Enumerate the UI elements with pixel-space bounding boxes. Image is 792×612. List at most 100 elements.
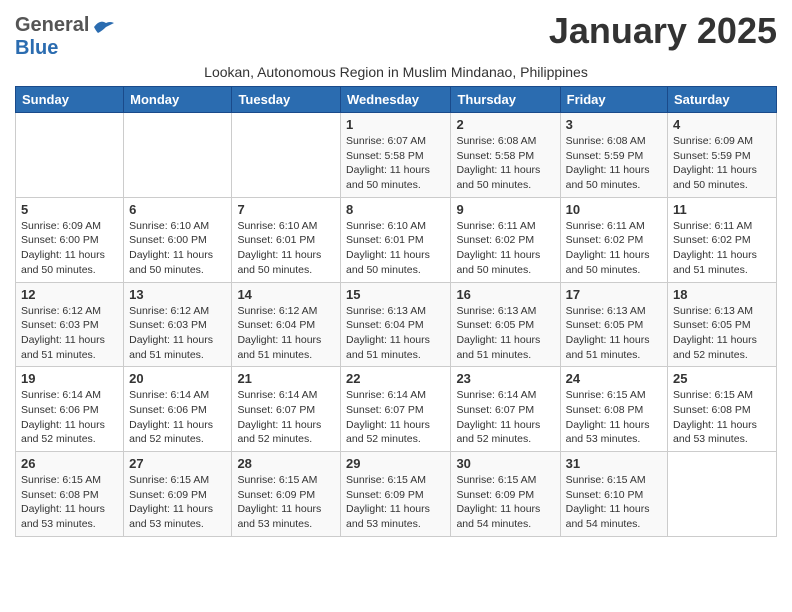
day-number: 12 xyxy=(21,287,118,302)
day-info: Sunrise: 6:09 AMSunset: 5:59 PMDaylight:… xyxy=(673,134,771,193)
calendar-cell: 21 Sunrise: 6:14 AMSunset: 6:07 PMDayligh… xyxy=(232,367,341,452)
day-number: 26 xyxy=(21,456,118,471)
day-info: Sunrise: 6:11 AMSunset: 6:02 PMDaylight:… xyxy=(566,219,662,278)
day-number: 18 xyxy=(673,287,771,302)
calendar-cell: 11 Sunrise: 6:11 AMSunset: 6:02 PMDayligh… xyxy=(668,197,777,282)
day-info: Sunrise: 6:15 AMSunset: 6:08 PMDaylight:… xyxy=(566,388,662,447)
day-info: Sunrise: 6:13 AMSunset: 6:05 PMDaylight:… xyxy=(673,304,771,363)
logo-bird-icon xyxy=(92,19,114,35)
calendar-cell: 12 Sunrise: 6:12 AMSunset: 6:03 PMDayligh… xyxy=(16,282,124,367)
calendar-cell: 3Sunrise: 6:08 AMSunset: 5:59 PMDaylight… xyxy=(560,113,667,198)
day-info: Sunrise: 6:13 AMSunset: 6:05 PMDaylight:… xyxy=(566,304,662,363)
day-number: 31 xyxy=(566,456,662,471)
calendar-cell: 23 Sunrise: 6:14 AMSunset: 6:07 PMDayligh… xyxy=(451,367,560,452)
day-info: Sunrise: 6:10 AMSunset: 6:00 PMDaylight:… xyxy=(129,219,226,278)
day-info: Sunrise: 6:15 AMSunset: 6:09 PMDaylight:… xyxy=(346,473,445,532)
calendar-cell: 19Sunrise: 6:14 AMSunset: 6:06 PMDayligh… xyxy=(16,367,124,452)
day-number: 17 xyxy=(566,287,662,302)
calendar-cell: 7 Sunrise: 6:10 AMSunset: 6:01 PMDaylight… xyxy=(232,197,341,282)
day-number: 14 xyxy=(237,287,335,302)
day-info: Sunrise: 6:08 AMSunset: 5:59 PMDaylight:… xyxy=(566,134,662,193)
day-info: Sunrise: 6:12 AMSunset: 6:04 PMDaylight:… xyxy=(237,304,335,363)
day-number: 9 xyxy=(456,202,554,217)
header-wednesday: Wednesday xyxy=(341,87,451,113)
header-tuesday: Tuesday xyxy=(232,87,341,113)
calendar-week-5: 26Sunrise: 6:15 AMSunset: 6:08 PMDayligh… xyxy=(16,452,777,537)
calendar-cell: 8 Sunrise: 6:10 AMSunset: 6:01 PMDaylight… xyxy=(341,197,451,282)
calendar-header-row: Sunday Monday Tuesday Wednesday Thursday… xyxy=(16,87,777,113)
calendar-cell: 16 Sunrise: 6:13 AMSunset: 6:05 PMDayligh… xyxy=(451,282,560,367)
calendar-cell: 24 Sunrise: 6:15 AMSunset: 6:08 PMDayligh… xyxy=(560,367,667,452)
day-info: Sunrise: 6:12 AMSunset: 6:03 PMDaylight:… xyxy=(21,304,118,363)
logo-general-text: General xyxy=(15,14,89,37)
day-number: 4 xyxy=(673,117,771,132)
calendar-cell: 14 Sunrise: 6:12 AMSunset: 6:04 PMDayligh… xyxy=(232,282,341,367)
day-number: 21 xyxy=(237,371,335,386)
calendar-cell xyxy=(232,113,341,198)
calendar-cell: 29Sunrise: 6:15 AMSunset: 6:09 PMDayligh… xyxy=(341,452,451,537)
calendar-cell: 13 Sunrise: 6:12 AMSunset: 6:03 PMDayligh… xyxy=(124,282,232,367)
calendar-cell xyxy=(16,113,124,198)
day-info: Sunrise: 6:07 AMSunset: 5:58 PMDaylight:… xyxy=(346,134,445,193)
day-info: Sunrise: 6:10 AMSunset: 6:01 PMDaylight:… xyxy=(346,219,445,278)
day-info: Sunrise: 6:14 AMSunset: 6:07 PMDaylight:… xyxy=(237,388,335,447)
day-info: Sunrise: 6:15 AMSunset: 6:10 PMDaylight:… xyxy=(566,473,662,532)
day-number: 25 xyxy=(673,371,771,386)
day-number: 1 xyxy=(346,117,445,132)
calendar-cell: 26Sunrise: 6:15 AMSunset: 6:08 PMDayligh… xyxy=(16,452,124,537)
day-number: 22 xyxy=(346,371,445,386)
day-number: 28 xyxy=(237,456,335,471)
day-info: Sunrise: 6:11 AMSunset: 6:02 PMDaylight:… xyxy=(673,219,771,278)
day-number: 24 xyxy=(566,371,662,386)
day-number: 11 xyxy=(673,202,771,217)
day-info: Sunrise: 6:15 AMSunset: 6:09 PMDaylight:… xyxy=(129,473,226,532)
day-info: Sunrise: 6:14 AMSunset: 6:07 PMDaylight:… xyxy=(456,388,554,447)
calendar-cell: 20Sunrise: 6:14 AMSunset: 6:06 PMDayligh… xyxy=(124,367,232,452)
day-info: Sunrise: 6:14 AMSunset: 6:07 PMDaylight:… xyxy=(346,388,445,447)
day-number: 13 xyxy=(129,287,226,302)
calendar-cell: 9Sunrise: 6:11 AMSunset: 6:02 PMDaylight… xyxy=(451,197,560,282)
calendar-cell: 31 Sunrise: 6:15 AMSunset: 6:10 PMDayligh… xyxy=(560,452,667,537)
calendar-week-1: 1 Sunrise: 6:07 AMSunset: 5:58 PMDaylight… xyxy=(16,113,777,198)
logo: General Blue xyxy=(15,14,114,60)
day-number: 30 xyxy=(456,456,554,471)
day-info: Sunrise: 6:15 AMSunset: 6:09 PMDaylight:… xyxy=(456,473,554,532)
calendar-cell xyxy=(124,113,232,198)
day-number: 7 xyxy=(237,202,335,217)
day-number: 8 xyxy=(346,202,445,217)
calendar-cell: 28 Sunrise: 6:15 AMSunset: 6:09 PMDayligh… xyxy=(232,452,341,537)
calendar-week-3: 12 Sunrise: 6:12 AMSunset: 6:03 PMDayligh… xyxy=(16,282,777,367)
calendar-cell: 18 Sunrise: 6:13 AMSunset: 6:05 PMDayligh… xyxy=(668,282,777,367)
calendar-cell: 22 Sunrise: 6:14 AMSunset: 6:07 PMDayligh… xyxy=(341,367,451,452)
header-thursday: Thursday xyxy=(451,87,560,113)
calendar-week-2: 5Sunrise: 6:09 AMSunset: 6:00 PMDaylight… xyxy=(16,197,777,282)
day-number: 2 xyxy=(456,117,554,132)
day-info: Sunrise: 6:13 AMSunset: 6:04 PMDaylight:… xyxy=(346,304,445,363)
day-number: 23 xyxy=(456,371,554,386)
calendar-cell: 17 Sunrise: 6:13 AMSunset: 6:05 PMDayligh… xyxy=(560,282,667,367)
calendar-week-4: 19Sunrise: 6:14 AMSunset: 6:06 PMDayligh… xyxy=(16,367,777,452)
day-number: 20 xyxy=(129,371,226,386)
calendar-cell: 30 Sunrise: 6:15 AMSunset: 6:09 PMDayligh… xyxy=(451,452,560,537)
day-number: 10 xyxy=(566,202,662,217)
header-friday: Friday xyxy=(560,87,667,113)
calendar-cell: 5Sunrise: 6:09 AMSunset: 6:00 PMDaylight… xyxy=(16,197,124,282)
day-number: 15 xyxy=(346,287,445,302)
header-monday: Monday xyxy=(124,87,232,113)
day-info: Sunrise: 6:10 AMSunset: 6:01 PMDaylight:… xyxy=(237,219,335,278)
day-number: 27 xyxy=(129,456,226,471)
logo-blue-text: Blue xyxy=(15,37,58,59)
calendar-cell: 15 Sunrise: 6:13 AMSunset: 6:04 PMDayligh… xyxy=(341,282,451,367)
day-number: 6 xyxy=(129,202,226,217)
day-info: Sunrise: 6:15 AMSunset: 6:09 PMDaylight:… xyxy=(237,473,335,532)
subtitle: Lookan, Autonomous Region in Muslim Mind… xyxy=(15,64,777,80)
calendar-cell: 6 Sunrise: 6:10 AMSunset: 6:00 PMDaylight… xyxy=(124,197,232,282)
calendar-cell: 2Sunrise: 6:08 AMSunset: 5:58 PMDaylight… xyxy=(451,113,560,198)
day-info: Sunrise: 6:15 AMSunset: 6:08 PMDaylight:… xyxy=(673,388,771,447)
calendar-cell: 25 Sunrise: 6:15 AMSunset: 6:08 PMDayligh… xyxy=(668,367,777,452)
day-info: Sunrise: 6:13 AMSunset: 6:05 PMDaylight:… xyxy=(456,304,554,363)
day-number: 16 xyxy=(456,287,554,302)
day-number: 5 xyxy=(21,202,118,217)
day-info: Sunrise: 6:12 AMSunset: 6:03 PMDaylight:… xyxy=(129,304,226,363)
month-title: January 2025 xyxy=(549,10,777,52)
